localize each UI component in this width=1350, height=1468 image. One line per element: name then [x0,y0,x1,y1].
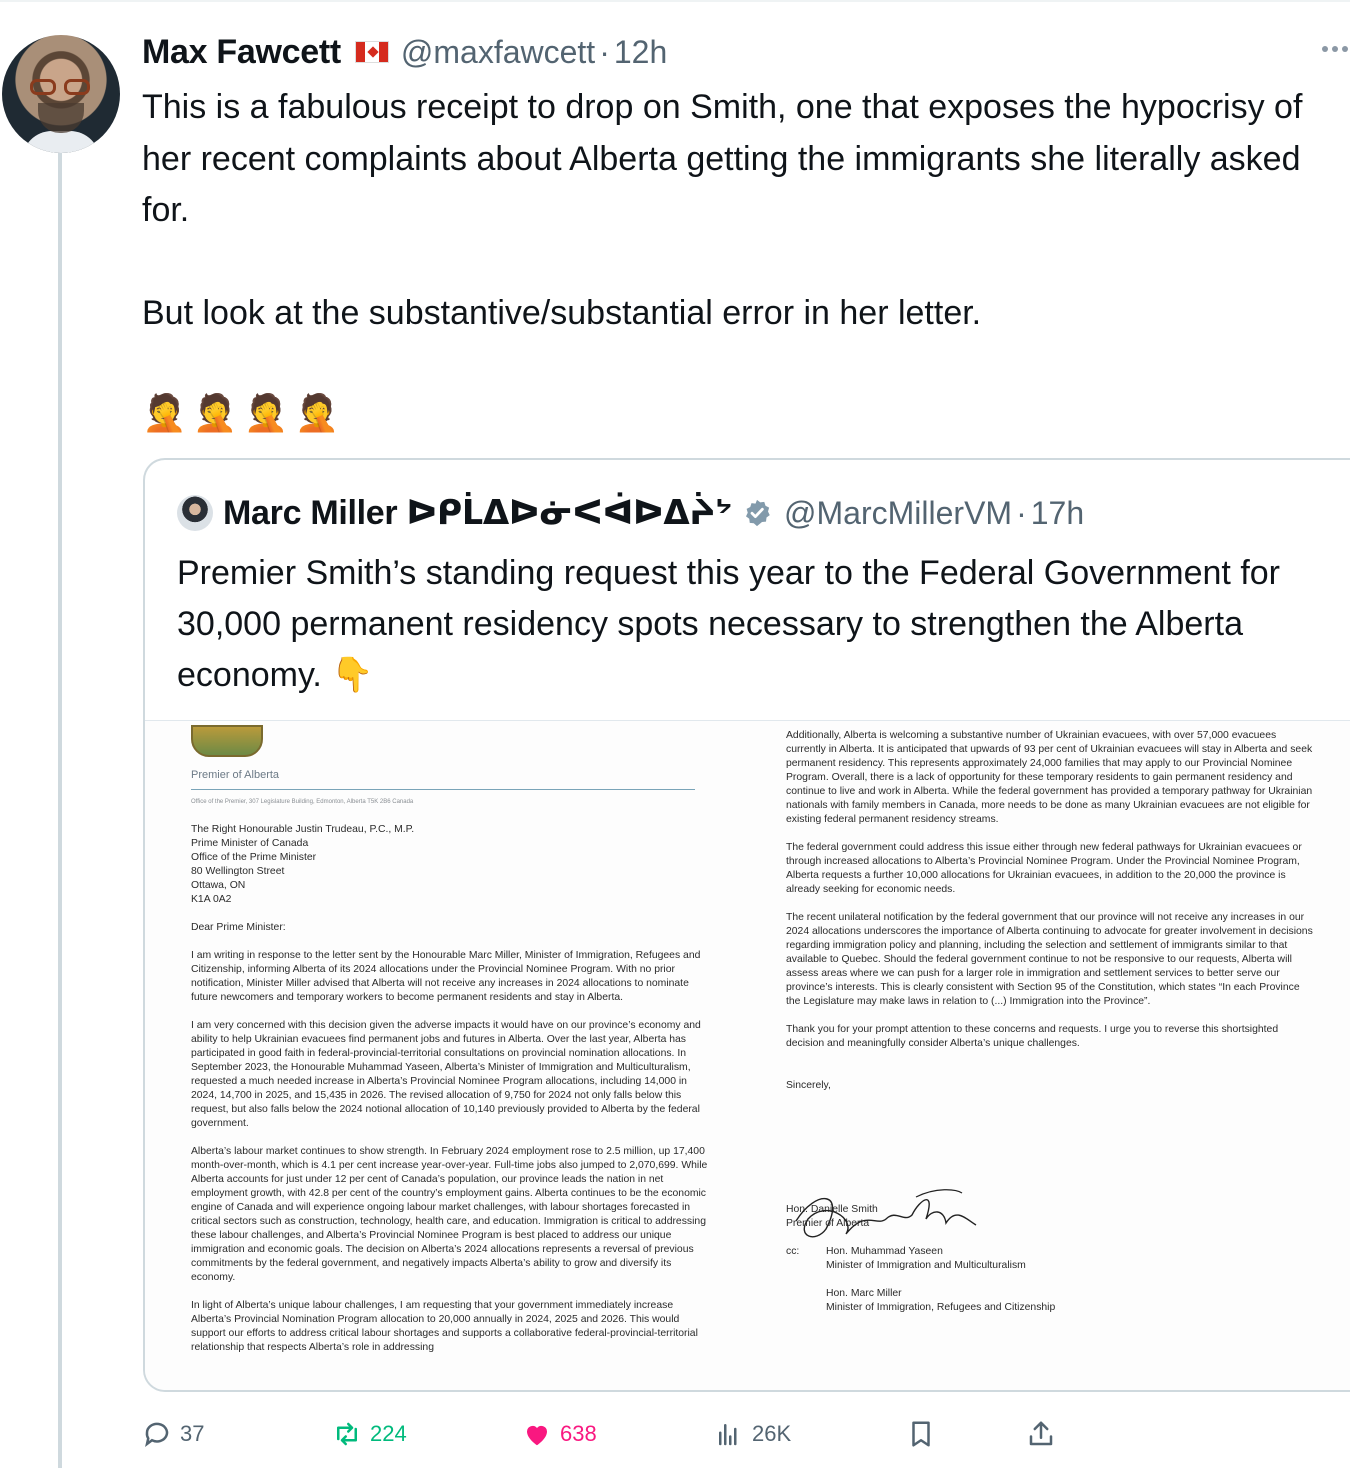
tweet-text: This is a fabulous receipt to drop on Sm… [142,88,1303,332]
facepalm-emoji: 🤦 [243,392,289,433]
recipient-line: Ottawa, ON [191,880,246,891]
cc-block: cc: Hon. Muhammad Yaseen Minister of Imm… [786,1245,1316,1329]
pointing-down-emoji: 👇 [331,656,374,694]
repost-button[interactable]: 224 [332,1414,407,1454]
cc-title: Minister of Immigration and Multicultura… [826,1260,1026,1271]
separator-dot: · [1016,494,1027,531]
like-count: 638 [560,1421,597,1446]
recipient-line: The Right Honourable Justin Trudeau, P.C… [191,824,415,835]
like-button[interactable]: 638 [522,1414,597,1454]
reply-button[interactable]: 37 [142,1414,204,1454]
reply-icon [145,1422,169,1448]
share-button[interactable] [1026,1414,1064,1454]
author-avatar[interactable] [2,35,120,153]
quoted-author-avatar[interactable] [177,495,213,531]
letter-image[interactable]: Premier of Alberta Office of the Premier… [145,720,1350,1390]
cc-name: Hon. Marc Miller [826,1288,902,1299]
quoted-author-handle[interactable]: @MarcMillerVM [784,495,1012,532]
views-icon [719,1424,737,1446]
handwritten-signature [795,1189,977,1238]
letter-paragraph: Alberta’s labour market continues to sho… [191,1146,708,1283]
author-handle[interactable]: @maxfawcett [401,34,595,71]
cc-title: Minister of Immigration, Refugees and Ci… [826,1302,1056,1313]
cc-label: cc: [786,1246,800,1257]
separator-dot: · [599,33,610,70]
letterhead-rule [191,789,695,790]
facepalm-emoji: 🤦 [294,392,340,433]
letter-paragraph: Additionally, Alberta is welcoming a sub… [786,730,1313,825]
bookmark-button[interactable] [906,1414,944,1454]
letter-paragraph: I am writing in response to the letter s… [191,950,701,1003]
reply-count: 37 [180,1421,205,1446]
recipient-block: The Right Honourable Justin Trudeau, P.C… [191,823,711,907]
closing: Sincerely, [786,1080,831,1091]
author-name[interactable]: Max Fawcett [142,33,341,72]
letter-paragraph: In light of Alberta’s unique labour chal… [191,1300,698,1353]
letter-left-column: The Right Honourable Justin Trudeau, P.C… [191,823,711,1369]
thread-line [58,150,62,1468]
letter-paragraph: Thank you for your prompt attention to t… [786,1024,1279,1049]
verified-badge-icon [746,499,770,527]
recipient-line: Prime Minister of Canada [191,838,309,849]
heart-icon [527,1425,547,1446]
canada-flag-icon [354,41,389,63]
views-button[interactable]: 26K [714,1414,791,1454]
letter-paragraph: The federal government could address thi… [786,842,1302,895]
recipient-line: Office of the Prime Minister [191,852,317,863]
tweet-actions: 37 224 638 26K [142,1414,1350,1454]
more-options-icon[interactable] [1322,46,1348,52]
tweet-time[interactable]: 12h [614,34,667,71]
letterhead-address: Office of the Premier, 307 Legislature B… [191,799,414,805]
quoted-tweet[interactable]: Marc Miller ᐅᑭᒫᐃᐅᓃᐸᐋᐅᐃᔩᔾ @MarcMillerVM ·… [143,458,1350,1392]
tweet-header: Max Fawcett @maxfawcett · 12h [142,30,667,74]
letter-paragraph: The recent unilateral notification by th… [786,912,1313,1007]
quoted-tweet-text: Premier Smith’s standing request this ye… [177,548,1337,701]
bookmark-icon [912,1421,930,1447]
quoted-tweet-header: Marc Miller ᐅᑭᒫᐃᐅᓃᐸᐋᐅᐃᔩᔾ @MarcMillerVM ·… [177,492,1084,534]
recipient-line: 80 Wellington Street [191,866,285,877]
salutation: Dear Prime Minister: [191,922,286,933]
repost-icon [337,1422,357,1446]
alberta-crest-icon [191,725,263,757]
letter-paragraph: I am very concerned with this decision g… [191,1020,701,1129]
quoted-author-name[interactable]: Marc Miller ᐅᑭᒫᐃᐅᓃᐸᐋᐅᐃᔩᔾ [223,493,732,533]
facepalm-emoji: 🤦 [142,392,187,433]
facepalm-emoji-row: 🤦 🤦 🤦 🤦 [142,390,339,436]
share-icon [1029,1421,1053,1446]
quoted-tweet-time[interactable]: 17h [1031,495,1084,532]
facepalm-emoji: 🤦 [192,392,238,433]
recipient-line: K1A 0A2 [191,894,232,905]
letterhead-title: Premier of Alberta [191,769,280,781]
views-count: 26K [752,1421,792,1446]
top-divider [0,0,1350,2]
repost-count: 224 [370,1421,407,1446]
